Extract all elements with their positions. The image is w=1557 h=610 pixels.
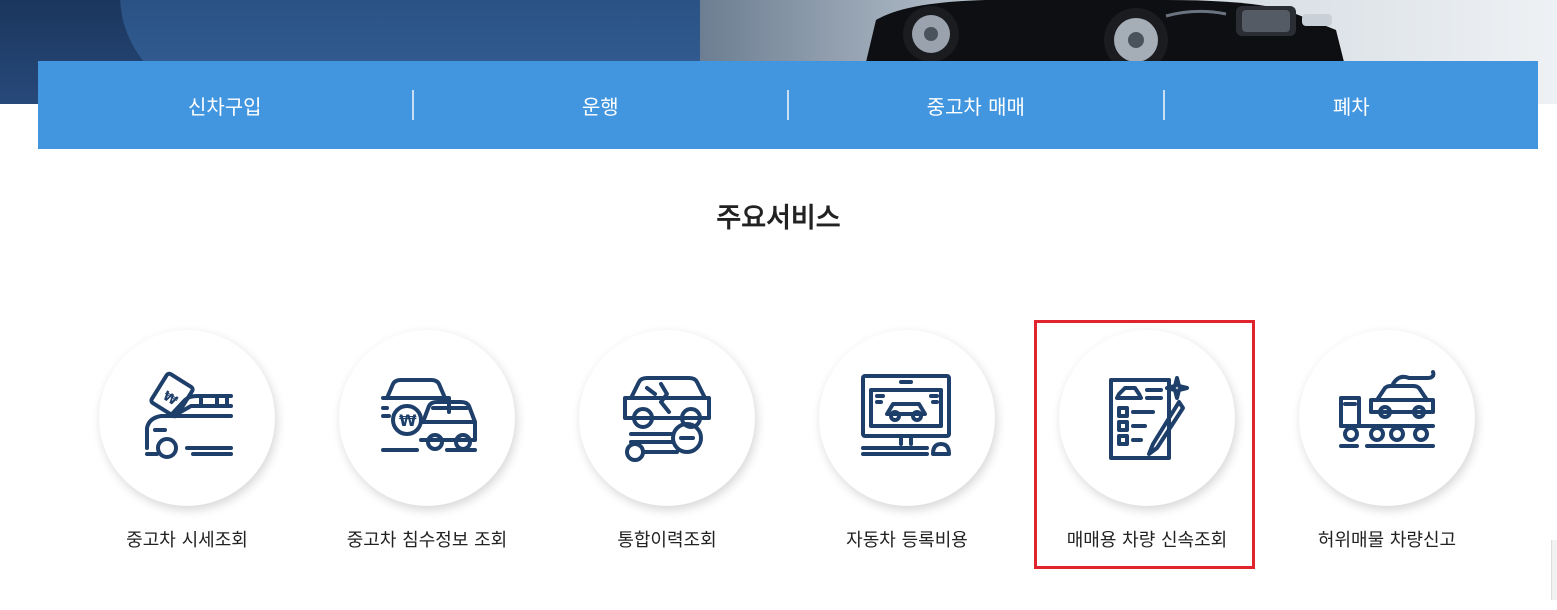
car-repair-history-icon: [623, 376, 711, 462]
service-icon-circle: [1299, 330, 1475, 506]
service-label: 통합이력조회: [617, 530, 717, 551]
nav-label: 폐차: [1332, 94, 1370, 119]
nav-item-driving[interactable]: 운행: [414, 61, 788, 149]
service-icon-circle: [819, 330, 995, 506]
service-integrated-history[interactable]: 통합이력조회: [547, 330, 787, 570]
service-used-car-price[interactable]: ₩ 중고차 시세조회: [67, 330, 307, 570]
nav-item-scrap[interactable]: 폐차: [1165, 61, 1539, 149]
hero-car-image: [866, 0, 1344, 62]
svg-text:₩: ₩: [399, 411, 417, 430]
service-false-listing-report[interactable]: 허위매물 차량신고: [1267, 330, 1507, 570]
nav-label: 신차구입: [187, 94, 262, 119]
nav-item-used-car-trade[interactable]: 중고차 매매: [789, 61, 1163, 149]
service-icon-circle: ₩: [99, 330, 275, 506]
service-label: 허위매물 차량신고: [1317, 530, 1457, 551]
nav-label: 중고차 매매: [926, 94, 1025, 119]
nav-label: 운행: [581, 94, 619, 119]
monitor-car-icon: [861, 374, 951, 456]
service-icon-circle: ₩: [339, 330, 515, 506]
section-title: 주요서비스: [716, 203, 841, 234]
service-label: 중고차 침수정보 조회: [346, 530, 508, 551]
service-flood-info[interactable]: ₩ 중고차 침수정보 조회: [307, 330, 547, 570]
nav-item-new-car[interactable]: 신차구입: [38, 61, 412, 149]
service-label: 자동차 등록비용: [846, 530, 968, 551]
main-nav: 신차구입 운행 중고차 매매 폐차: [38, 61, 1538, 149]
flooded-cars-icon: ₩: [381, 378, 477, 452]
car-price-tag-icon: ₩: [145, 371, 233, 459]
tow-truck-icon: [1339, 370, 1436, 448]
side-scroll-tab: [1551, 540, 1557, 600]
service-icon-circle: [579, 330, 755, 506]
service-label: 중고차 시세조회: [126, 530, 248, 551]
highlight-outline: [1034, 320, 1255, 569]
service-registration-cost[interactable]: 자동차 등록비용: [787, 330, 1027, 570]
